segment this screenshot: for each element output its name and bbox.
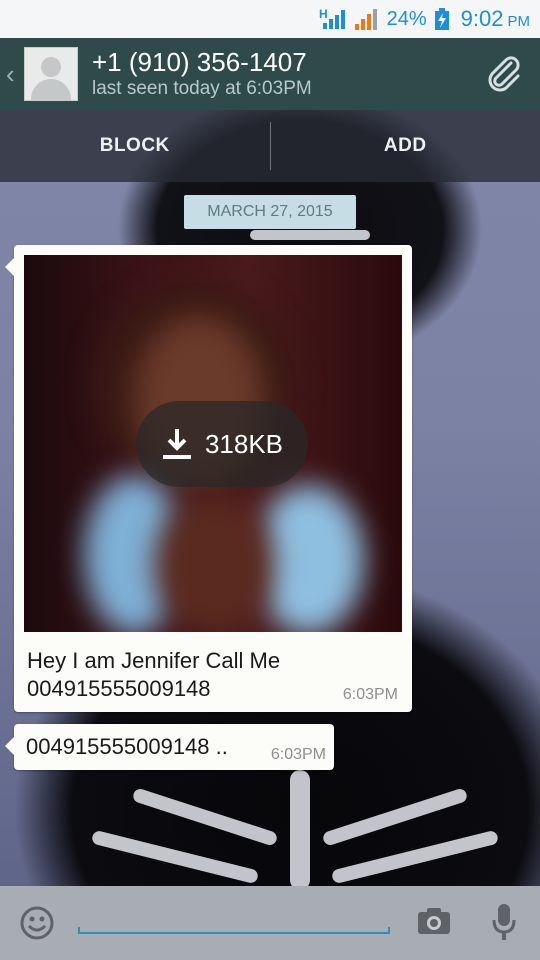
- message-input-bar: [0, 886, 540, 960]
- microphone-icon[interactable]: [492, 902, 516, 942]
- paperclip-icon[interactable]: [484, 54, 524, 94]
- contact-name: +1 (910) 356-1407: [92, 47, 307, 77]
- message-field[interactable]: [78, 896, 394, 940]
- download-button[interactable]: 318KB: [136, 401, 308, 487]
- bubble-tail: [5, 257, 15, 277]
- date-separator: MARCH 27, 2015: [184, 195, 356, 229]
- add-contact-button[interactable]: ADD: [271, 110, 540, 182]
- conversation-header: ‹ +1 (910) 356-1407 last seen today at 6…: [0, 38, 540, 110]
- image-message-bubble[interactable]: 318KB Hey I am Jennifer Call Me 00491555…: [5, 245, 412, 712]
- contact-info[interactable]: +1 (910) 356-1407 last seen today at 6:0…: [92, 47, 312, 101]
- back-chevron-icon[interactable]: ‹: [6, 59, 20, 90]
- download-icon: [162, 429, 191, 459]
- camera-icon[interactable]: [416, 906, 452, 936]
- default-avatar-icon[interactable]: [24, 47, 78, 101]
- last-seen-status: last seen today at 6:03PM: [92, 78, 312, 99]
- message-timestamp: 6:03PM: [270, 746, 326, 763]
- battery-percent: 24%: [386, 7, 427, 30]
- text-message-bubble[interactable]: 004915555009148 .. 6:03PM: [5, 724, 334, 770]
- download-size: 318KB: [204, 428, 284, 459]
- svg-text:H: H: [319, 7, 328, 21]
- message-text: 004915555009148 ..: [26, 734, 228, 759]
- image-caption: Hey I am Jennifer Call Me 00491555500914…: [27, 647, 280, 703]
- signal-icon: [354, 9, 377, 30]
- bubble-tail: [5, 736, 15, 756]
- caption-line-2: 004915555009148: [27, 676, 211, 701]
- network-h-icon: H: [319, 7, 345, 29]
- contact-action-bar: BLOCK ADD: [0, 110, 540, 182]
- emoji-icon[interactable]: [20, 906, 54, 940]
- clock-time: 9:02: [460, 6, 504, 31]
- message-timestamp: 6:03PM: [342, 686, 398, 703]
- battery-charging-icon: [434, 8, 449, 30]
- blurred-image-preview[interactable]: 318KB: [24, 255, 402, 632]
- caption-line-1: Hey I am Jennifer Call Me: [27, 648, 281, 673]
- input-underline: [78, 927, 390, 934]
- status-bar: H 24% 9:02 PM: [0, 0, 540, 38]
- clock-ampm: PM: [507, 12, 531, 30]
- block-button[interactable]: BLOCK: [0, 110, 270, 182]
